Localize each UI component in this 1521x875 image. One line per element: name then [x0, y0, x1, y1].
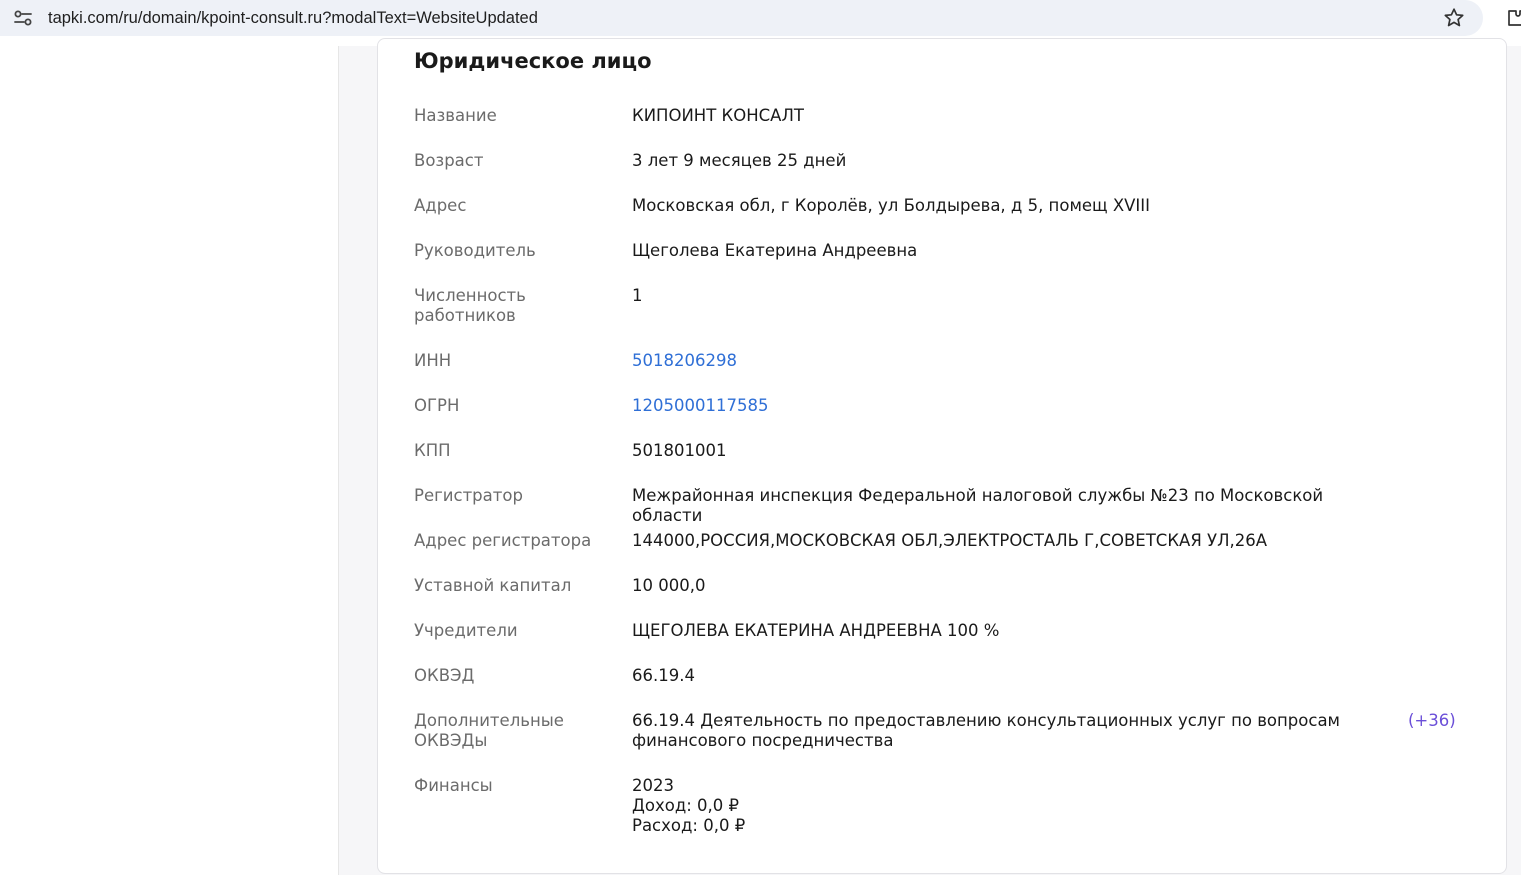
- card-title: Юридическое лицо: [414, 49, 652, 73]
- row-value-line: 66.19.4 Деятельность по предоставлению к…: [632, 711, 1341, 730]
- row-value-line: Доход: 0,0 ₽: [632, 796, 740, 815]
- site-settings-icon[interactable]: [12, 7, 34, 29]
- row-value: Московская обл, г Королёв, ул Болдырева,…: [632, 196, 1151, 215]
- row-label: Дополнительные ОКВЭДы: [414, 711, 604, 751]
- row-label-line: ОКВЭДы: [414, 731, 488, 750]
- row-value-line: финансового посредничества: [632, 731, 894, 750]
- row-label: Регистратор: [414, 486, 523, 505]
- row-label-line: работников: [414, 306, 516, 325]
- row-value: 1: [632, 286, 643, 305]
- row-label: Возраст: [414, 151, 484, 170]
- more-okved-link[interactable]: (+36): [1408, 711, 1456, 731]
- row-label-line: Численность: [414, 286, 526, 305]
- row-value: 2023 Доход: 0,0 ₽ Расход: 0,0 ₽: [632, 776, 1392, 836]
- row-label: ИНН: [414, 351, 452, 370]
- row-value: 144000,РОССИЯ,МОСКОВСКАЯ ОБЛ,ЭЛЕКТРОСТАЛ…: [632, 531, 1268, 550]
- ogrn-link[interactable]: 1205000117585: [632, 396, 1392, 416]
- row-value: 10 000,0: [632, 576, 706, 595]
- row-value: Щеголева Екатерина Андреевна: [632, 241, 918, 260]
- row-label: Руководитель: [414, 241, 536, 260]
- bookmark-star-icon[interactable]: [1442, 6, 1466, 30]
- row-value-line: Расход: 0,0 ₽: [632, 816, 746, 835]
- row-label: Учредители: [414, 621, 518, 640]
- row-label: Уставной капитал: [414, 576, 572, 595]
- row-value: Межрайонная инспекция Федеральной налого…: [632, 486, 1324, 525]
- left-column: [0, 46, 339, 875]
- row-label: Адрес регистратора: [414, 531, 592, 550]
- row-value: ЩЕГОЛЕВА ЕКАТЕРИНА АНДРЕЕВНА 100 %: [632, 621, 1000, 640]
- row-label: КПП: [414, 441, 451, 460]
- address-bar[interactable]: tapki.com/ru/domain/kpoint-consult.ru?mo…: [0, 0, 1483, 36]
- row-label: Финансы: [414, 776, 493, 795]
- inn-link[interactable]: 5018206298: [632, 351, 1392, 371]
- extensions-icon[interactable]: [1504, 6, 1521, 30]
- row-value: КИПОИНТ КОНСАЛТ: [632, 106, 804, 125]
- row-label: Название: [414, 106, 497, 125]
- row-label: Адрес: [414, 196, 467, 215]
- row-label: Численность работников: [414, 286, 604, 326]
- row-value: 66.19.4: [632, 666, 695, 685]
- row-label: ОГРН: [414, 396, 460, 415]
- row-value: 66.19.4 Деятельность по предоставлению к…: [632, 711, 1392, 751]
- row-label: ОКВЭД: [414, 666, 475, 685]
- row-value-line: 2023: [632, 776, 674, 795]
- row-value: 3 лет 9 месяцев 25 дней: [632, 151, 847, 170]
- url-text[interactable]: tapki.com/ru/domain/kpoint-consult.ru?mo…: [48, 7, 538, 29]
- row-value: 501801001: [632, 441, 727, 460]
- row-label-line: Дополнительные: [414, 711, 564, 730]
